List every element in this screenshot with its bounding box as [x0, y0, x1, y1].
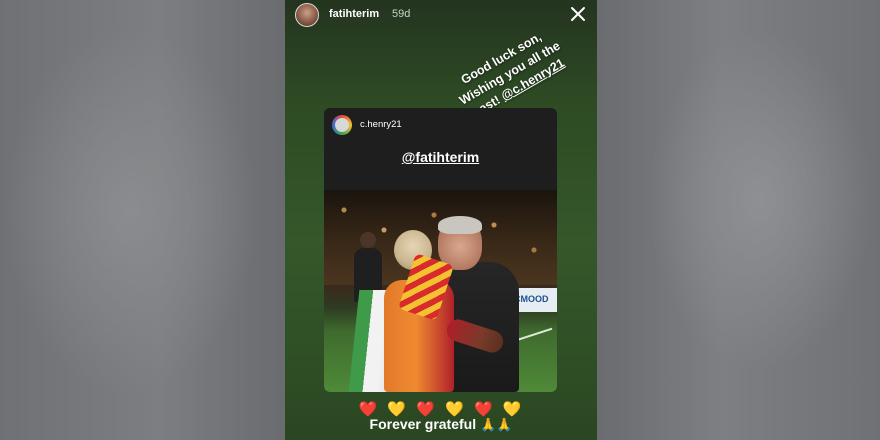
avatar[interactable]	[332, 115, 352, 135]
story-timestamp: 59d	[392, 8, 411, 20]
player-figure	[348, 230, 506, 392]
post-photo: MACMOOD	[324, 190, 557, 392]
story-username[interactable]: fatihterim	[329, 8, 379, 20]
post-mention[interactable]: @fatihterim	[324, 149, 557, 165]
avatar[interactable]	[295, 3, 319, 27]
story-viewer[interactable]: fatihterim 59d Good luck son, Wishing yo…	[285, 0, 597, 440]
praying-hands-icon: 🙏🙏	[480, 417, 513, 432]
story-footer-caption: Forever grateful 🙏🙏	[285, 416, 597, 433]
footer-text: Forever grateful	[369, 416, 477, 432]
post-username[interactable]: c.henry21	[360, 119, 402, 130]
shared-post-card[interactable]: c.henry21 @fatihterim MACMOOD	[324, 108, 557, 392]
